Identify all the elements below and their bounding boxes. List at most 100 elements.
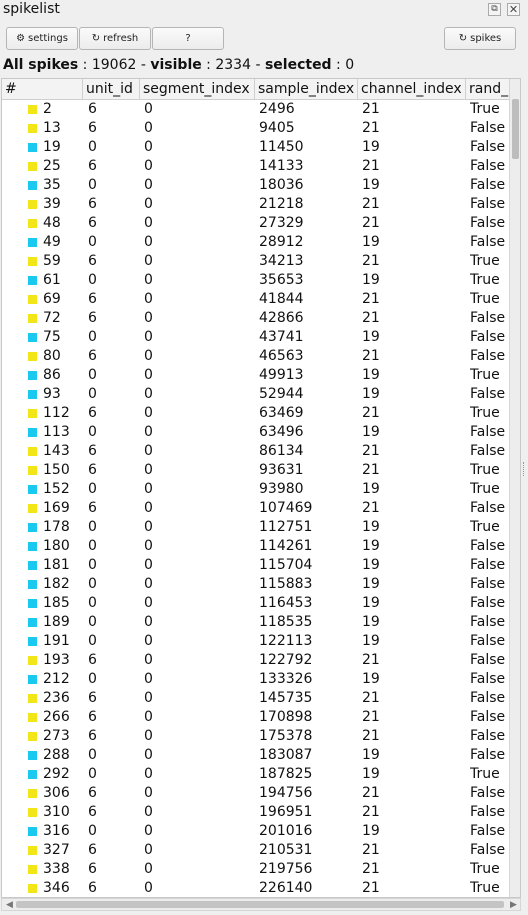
table-row[interactable]: 316 0 0 201016 19 False <box>2 822 520 841</box>
help-button[interactable]: ? <box>152 27 224 50</box>
cell-unit-id: 6 <box>88 728 97 744</box>
cell-sample-index: 93631 <box>259 462 304 478</box>
close-window-icon[interactable]: ✕ <box>507 3 520 16</box>
cell-segment-index: 0 <box>144 443 153 459</box>
table-row[interactable]: 25 6 0 14133 21 False <box>2 157 520 176</box>
unit-color-swatch <box>28 751 37 760</box>
scroll-left-icon[interactable]: ◀ <box>6 900 13 910</box>
cell-segment-index: 0 <box>144 348 153 364</box>
table-row[interactable]: 182 0 0 115883 19 False <box>2 575 520 594</box>
table-row[interactable]: 13 6 0 9405 21 False <box>2 119 520 138</box>
table-row[interactable]: 169 6 0 107469 21 False <box>2 499 520 518</box>
cell-segment-index: 0 <box>144 633 153 649</box>
table-row[interactable]: 346 6 0 226140 21 True <box>2 879 520 897</box>
cell-rand: True <box>470 861 500 877</box>
cell-segment-index: 0 <box>144 614 153 630</box>
column-header-sample-index[interactable]: sample_index <box>255 79 358 100</box>
scroll-right-icon[interactable]: ▶ <box>510 900 517 910</box>
cell-unit-id: 6 <box>88 462 97 478</box>
cell-segment-index: 0 <box>144 728 153 744</box>
refresh-button[interactable]: ↻ refresh <box>79 27 151 50</box>
cell-channel-index: 19 <box>362 177 380 193</box>
column-header-segment-index[interactable]: segment_index <box>140 79 255 100</box>
table-row[interactable]: 185 0 0 116453 19 False <box>2 594 520 613</box>
cell-index: 86 <box>43 367 61 383</box>
table-row[interactable]: 310 6 0 196951 21 False <box>2 803 520 822</box>
cell-sample-index: 133326 <box>259 671 313 687</box>
horizontal-scroll-thumb[interactable] <box>16 901 504 908</box>
table-row[interactable]: 150 6 0 93631 21 True <box>2 461 520 480</box>
cell-sample-index: 115704 <box>259 557 313 573</box>
cell-rand: True <box>470 481 500 497</box>
table-row[interactable]: 93 0 0 52944 19 False <box>2 385 520 404</box>
cell-index: 306 <box>43 785 70 801</box>
table-row[interactable]: 152 0 0 93980 19 True <box>2 480 520 499</box>
table-row[interactable]: 35 0 0 18036 19 False <box>2 176 520 195</box>
cell-channel-index: 21 <box>362 196 380 212</box>
vertical-scroll-thumb[interactable] <box>512 99 519 159</box>
table-row[interactable]: 178 0 0 112751 19 True <box>2 518 520 537</box>
cell-rand: False <box>470 709 506 725</box>
cell-unit-id: 6 <box>88 500 97 516</box>
cell-segment-index: 0 <box>144 272 153 288</box>
table-row[interactable]: 191 0 0 122113 19 False <box>2 632 520 651</box>
table-row[interactable]: 143 6 0 86134 21 False <box>2 442 520 461</box>
column-header-channel-index[interactable]: channel_index <box>358 79 466 100</box>
column-header-index[interactable]: # <box>2 79 83 100</box>
table-row[interactable]: 189 0 0 118535 19 False <box>2 613 520 632</box>
table-row[interactable]: 39 6 0 21218 21 False <box>2 195 520 214</box>
table-row[interactable]: 327 6 0 210531 21 False <box>2 841 520 860</box>
cell-rand: False <box>470 196 506 212</box>
cell-sample-index: 196951 <box>259 804 313 820</box>
float-window-icon[interactable]: ⧉ <box>488 3 501 16</box>
table-row[interactable]: 61 0 0 35653 19 True <box>2 271 520 290</box>
cell-channel-index: 21 <box>362 291 380 307</box>
toolbar: ⚙ settings ↻ refresh ? ↻ spikes <box>0 27 528 51</box>
cell-channel-index: 21 <box>362 310 380 326</box>
table-row[interactable]: 212 0 0 133326 19 False <box>2 670 520 689</box>
cell-index: 143 <box>43 443 70 459</box>
table-row[interactable]: 292 0 0 187825 19 True <box>2 765 520 784</box>
table-row[interactable]: 113 0 0 63496 19 False <box>2 423 520 442</box>
table-row[interactable]: 236 6 0 145735 21 False <box>2 689 520 708</box>
cell-index: 35 <box>43 177 61 193</box>
table-row[interactable]: 59 6 0 34213 21 True <box>2 252 520 271</box>
cell-sample-index: 122792 <box>259 652 313 668</box>
spikes-button[interactable]: ↻ spikes <box>444 27 516 50</box>
table-row[interactable]: 80 6 0 46563 21 False <box>2 347 520 366</box>
cell-channel-index: 21 <box>362 709 380 725</box>
table-row[interactable]: 86 0 0 49913 19 True <box>2 366 520 385</box>
table-row[interactable]: 180 0 0 114261 19 False <box>2 537 520 556</box>
cell-index: 178 <box>43 519 70 535</box>
column-header-unit-id[interactable]: unit_id <box>83 79 140 100</box>
table-row[interactable]: 181 0 0 115704 19 False <box>2 556 520 575</box>
table-row[interactable]: 48 6 0 27329 21 False <box>2 214 520 233</box>
cell-index: 212 <box>43 671 70 687</box>
table-row[interactable]: 266 6 0 170898 21 False <box>2 708 520 727</box>
cell-channel-index: 19 <box>362 329 380 345</box>
table-row[interactable]: 193 6 0 122792 21 False <box>2 651 520 670</box>
table-row[interactable]: 75 0 0 43741 19 False <box>2 328 520 347</box>
settings-button[interactable]: ⚙ settings <box>6 27 78 50</box>
table-row[interactable]: 306 6 0 194756 21 False <box>2 784 520 803</box>
column-header-rand[interactable]: rand_ <box>466 79 509 100</box>
table-row[interactable]: 69 6 0 41844 21 True <box>2 290 520 309</box>
table-row[interactable]: 288 0 0 183087 19 False <box>2 746 520 765</box>
table-row[interactable]: 273 6 0 175378 21 False <box>2 727 520 746</box>
table-row[interactable]: 72 6 0 42866 21 False <box>2 309 520 328</box>
cell-channel-index: 21 <box>362 405 380 421</box>
horizontal-scrollbar[interactable]: ◀ ▶ <box>1 898 521 911</box>
table-row[interactable]: 2 6 0 2496 21 True <box>2 100 520 119</box>
table-row[interactable]: 112 6 0 63469 21 True <box>2 404 520 423</box>
unit-color-swatch <box>28 599 37 608</box>
table-row[interactable]: 338 6 0 219756 21 True <box>2 860 520 879</box>
vertical-scrollbar[interactable] <box>509 79 520 897</box>
resize-handle[interactable] <box>523 462 526 476</box>
cell-rand: False <box>470 842 506 858</box>
spike-table: # unit_id segment_index sample_index cha… <box>1 78 521 898</box>
table-row[interactable]: 19 0 0 11450 19 False <box>2 138 520 157</box>
unit-color-swatch <box>28 200 37 209</box>
table-row[interactable]: 49 0 0 28912 19 False <box>2 233 520 252</box>
cell-channel-index: 21 <box>362 120 380 136</box>
unit-color-swatch <box>28 352 37 361</box>
